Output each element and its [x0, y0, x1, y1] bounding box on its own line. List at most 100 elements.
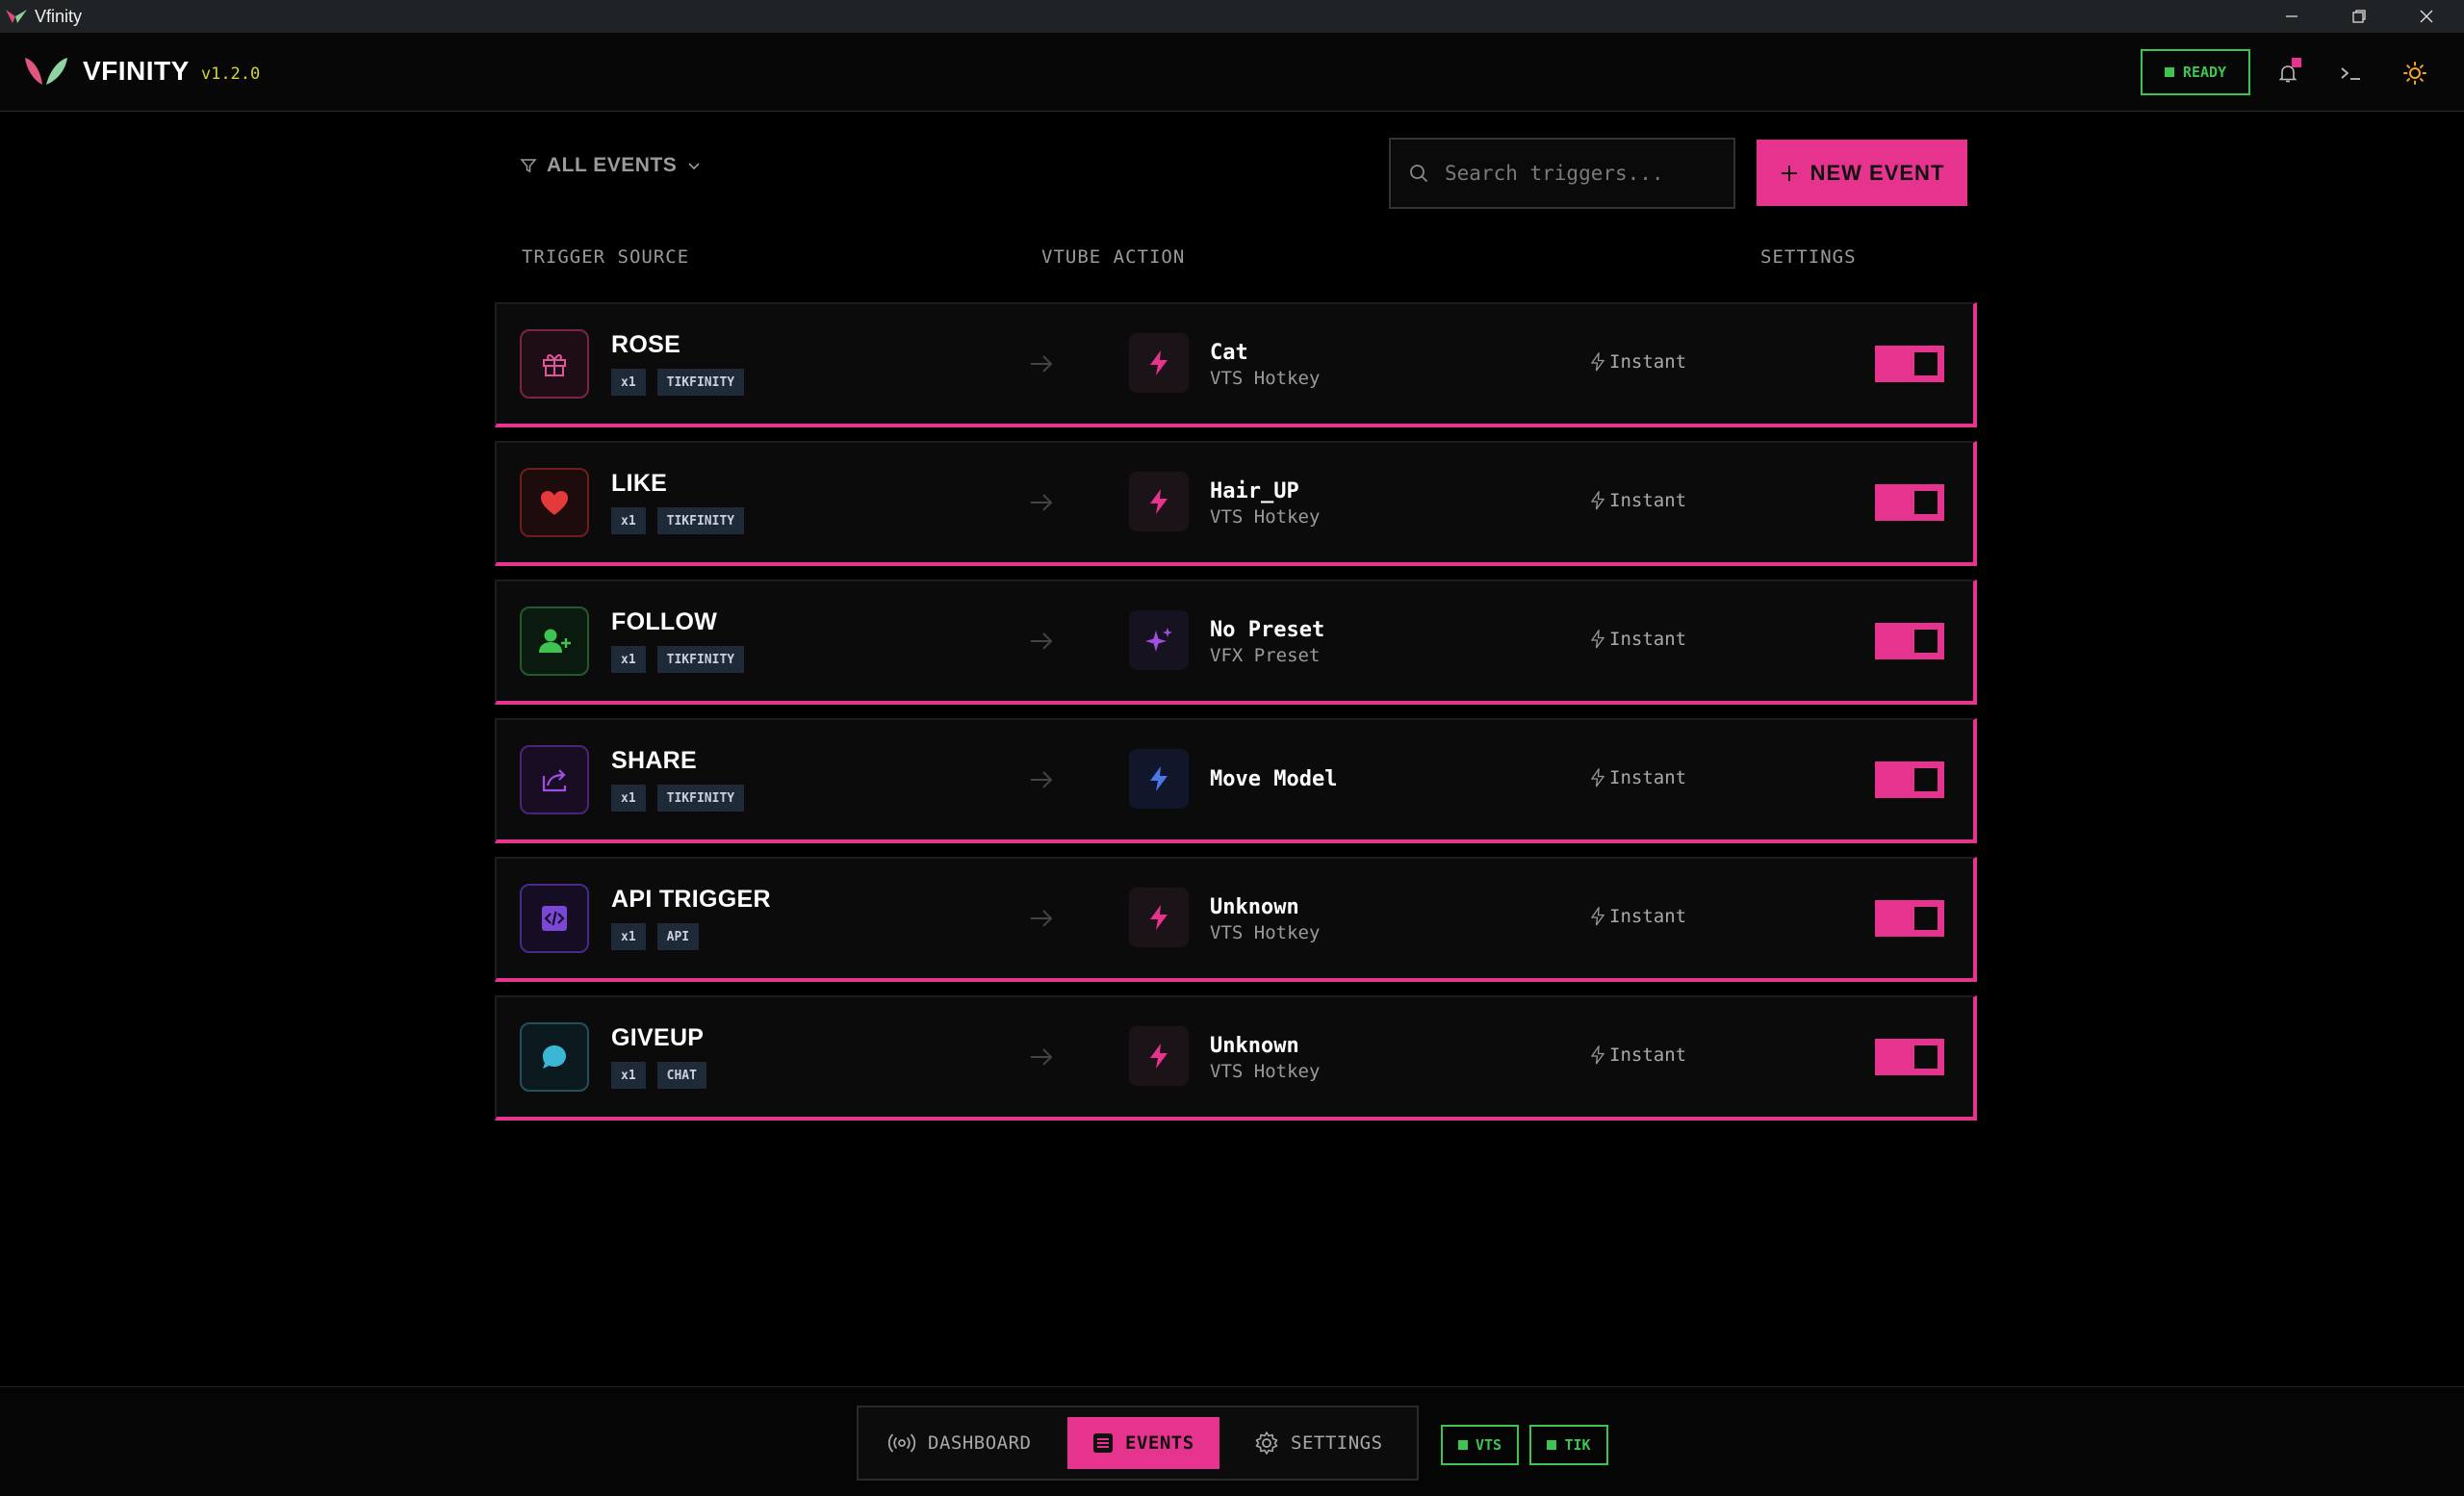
status-badge: READY: [2141, 49, 2250, 95]
window-titlebar: Vfinity: [0, 0, 2464, 33]
close-icon: [2420, 10, 2433, 23]
vts-status-dot: [1457, 1440, 1468, 1450]
timing-setting[interactable]: Instant: [1590, 767, 1686, 788]
nav-dashboard[interactable]: DASHBOARD: [887, 1417, 1041, 1469]
event-name: API TRIGGER: [611, 886, 771, 913]
event-name: FOLLOW: [611, 608, 718, 635]
minimize-button[interactable]: [2258, 0, 2325, 33]
new-event-label: NEW EVENT: [1810, 160, 1945, 185]
theme-toggle-button[interactable]: [2396, 54, 2434, 92]
event-enabled-toggle[interactable]: [1875, 1039, 1944, 1075]
toggle-knob: [1914, 768, 1938, 791]
console-button[interactable]: [2332, 54, 2371, 92]
event-enabled-toggle[interactable]: [1875, 346, 1944, 382]
bottom-nav: DASHBOARD EVENTS SETTINGS: [857, 1406, 1419, 1481]
event-row-api-trigger[interactable]: API TRIGGER x1 API Unknown VTS Hotkey In…: [495, 857, 1977, 982]
source-tag: TIKFINITY: [656, 507, 745, 534]
event-name: LIKE: [611, 470, 668, 497]
minimize-icon: [2286, 15, 2297, 17]
search-icon: [1410, 165, 1428, 183]
event-enabled-toggle[interactable]: [1875, 623, 1944, 659]
gear-icon: [1255, 1432, 1278, 1455]
timing-label: Instant: [1609, 906, 1687, 927]
gift-icon: [520, 329, 589, 399]
share-icon: [520, 745, 589, 814]
nav-events[interactable]: EVENTS: [1067, 1417, 1219, 1469]
toggle-knob: [1914, 491, 1938, 514]
toggle-knob: [1914, 1045, 1938, 1069]
vts-label: VTS: [1475, 1436, 1502, 1454]
event-name: SHARE: [611, 747, 698, 774]
action-type: VTS Hotkey: [1210, 506, 1321, 528]
tik-connection-badge[interactable]: TIK: [1529, 1425, 1608, 1465]
event-name: ROSE: [611, 331, 681, 358]
broadcast-icon: [887, 1433, 916, 1453]
nav-dashboard-label: DASHBOARD: [928, 1432, 1032, 1454]
arrow-right-icon: [1031, 632, 1053, 650]
bolt-icon: [1129, 1026, 1189, 1086]
nav-events-label: EVENTS: [1125, 1432, 1194, 1454]
bolt-outline-icon: [1590, 352, 1605, 372]
source-tag: CHAT: [656, 1062, 706, 1089]
tik-label: TIK: [1564, 1436, 1591, 1454]
action-name: Cat: [1210, 341, 1248, 365]
event-row-follow[interactable]: FOLLOW x1 TIKFINITY No Preset VFX Preset…: [495, 580, 1977, 705]
notifications-button[interactable]: [2269, 54, 2307, 92]
chevron-down-icon: [688, 163, 700, 170]
event-name: GIVEUP: [611, 1024, 705, 1051]
bolt-icon: [1129, 472, 1189, 531]
event-row-rose[interactable]: ROSE x1 TIKFINITY Cat VTS Hotkey Instant: [495, 302, 1977, 427]
list-icon: [1093, 1433, 1113, 1453]
bolt-icon: [1129, 888, 1189, 947]
plus-icon: [1781, 165, 1797, 181]
count-tag: x1: [611, 923, 646, 950]
arrow-right-icon: [1031, 355, 1053, 373]
timing-setting[interactable]: Instant: [1590, 906, 1686, 927]
timing-setting[interactable]: Instant: [1590, 351, 1686, 373]
timing-setting[interactable]: Instant: [1590, 629, 1686, 650]
toggle-knob: [1914, 907, 1938, 930]
vts-connection-badge[interactable]: VTS: [1441, 1425, 1519, 1465]
action-type: VFX Preset: [1210, 645, 1321, 666]
count-tag: x1: [611, 785, 646, 812]
source-tag: API: [656, 923, 700, 950]
timing-setting[interactable]: Instant: [1590, 1045, 1686, 1066]
restore-icon: [2352, 10, 2366, 23]
window-title: Vfinity: [35, 6, 83, 26]
bolt-outline-icon: [1590, 491, 1605, 510]
close-button[interactable]: [2393, 0, 2460, 33]
event-enabled-toggle[interactable]: [1875, 484, 1944, 521]
source-tag: TIKFINITY: [656, 785, 745, 812]
action-name: Unknown: [1210, 1034, 1299, 1058]
heart-icon: [520, 468, 589, 537]
count-tag: x1: [611, 646, 646, 673]
toggle-knob: [1914, 352, 1938, 375]
app-header: VFINITY v1.2.0 READY: [0, 33, 2464, 112]
event-row-like[interactable]: LIKE x1 TIKFINITY Hair_UP VTS Hotkey Ins…: [495, 441, 1977, 566]
source-tag: TIKFINITY: [656, 646, 745, 673]
arrow-right-icon: [1031, 910, 1053, 927]
event-row-giveup[interactable]: GIVEUP x1 CHAT Unknown VTS Hotkey Instan…: [495, 995, 1977, 1121]
search-input[interactable]: [1445, 162, 1714, 185]
notification-dot: [2292, 58, 2301, 67]
event-row-share[interactable]: SHARE x1 TIKFINITY Move Model Instant: [495, 718, 1977, 843]
nav-settings-label: SETTINGS: [1291, 1432, 1383, 1454]
bolt-icon: [1129, 333, 1189, 393]
nav-settings[interactable]: SETTINGS: [1254, 1417, 1399, 1469]
timing-label: Instant: [1609, 1045, 1687, 1066]
new-event-button[interactable]: NEW EVENT: [1757, 140, 1967, 206]
timing-setting[interactable]: Instant: [1590, 490, 1686, 511]
event-enabled-toggle[interactable]: [1875, 900, 1944, 937]
event-filter-dropdown[interactable]: ALL EVENTS: [520, 154, 702, 177]
event-enabled-toggle[interactable]: [1875, 761, 1944, 798]
filter-icon: [520, 159, 537, 173]
sun-icon: [2403, 62, 2426, 85]
search-box: [1389, 138, 1735, 209]
count-tag: x1: [611, 507, 646, 534]
terminal-icon: [2341, 67, 2360, 80]
app-logo-icon: [6, 10, 27, 23]
tik-status-dot: [1547, 1440, 1557, 1450]
source-tag: TIKFINITY: [656, 369, 745, 396]
restore-button[interactable]: [2325, 0, 2393, 33]
user-plus-icon: [520, 606, 589, 676]
